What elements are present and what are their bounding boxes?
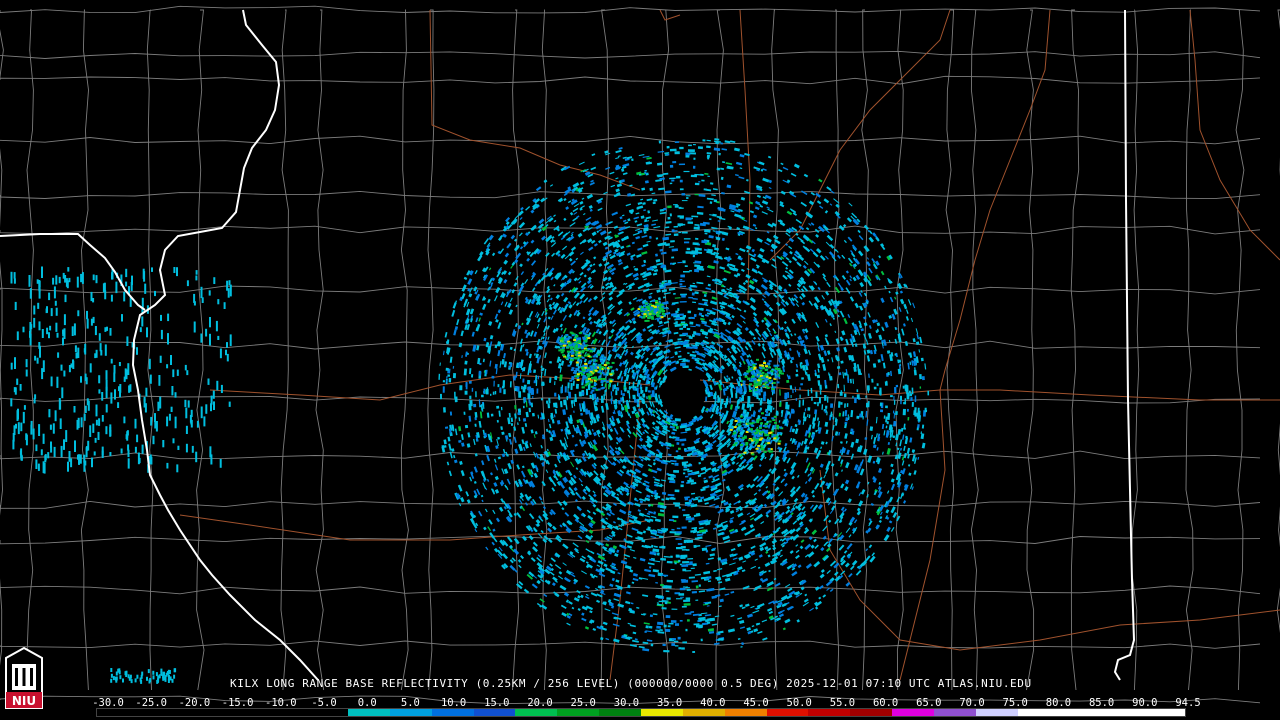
colorbar-swatch [138,709,181,716]
colorbar-swatch [389,709,432,716]
colorbar-swatch [97,709,139,716]
colorbar-swatch [222,709,265,716]
radar-map [0,0,1280,720]
colorbar-swatch [850,709,893,716]
colorbar-swatch [599,709,641,716]
colorbar-swatch [808,709,851,716]
colorbar-swatch [766,709,809,716]
niu-logo: NIU [5,646,43,709]
colorbar-swatch [431,709,474,716]
colorbar-swatch [975,709,1018,716]
logo-text: NIU [12,694,36,708]
colorbar-swatch [1017,709,1060,716]
product-caption: KILX LONG RANGE BASE REFLECTIVITY (0.25K… [230,677,1032,690]
colorbar-swatch [682,709,725,716]
colorbar-swatch [1101,709,1144,716]
colorbar-swatch [724,709,767,716]
colorbar-swatch [515,709,558,716]
colorbar-swatch [348,709,390,716]
colorbar-swatch [306,709,349,716]
colorbar-swatch [557,709,600,716]
colorbar-swatch [180,709,223,716]
colorbar-swatch [473,709,516,716]
colorbar-swatch [640,709,683,716]
colorbar-swatch [933,709,976,716]
radar-site [661,373,705,417]
reflectivity-colorbar [96,708,1186,717]
colorbar-swatch [264,709,307,716]
colorbar-swatch [892,709,934,716]
colorbar-swatch [1143,709,1185,716]
colorbar-swatch [1059,709,1102,716]
